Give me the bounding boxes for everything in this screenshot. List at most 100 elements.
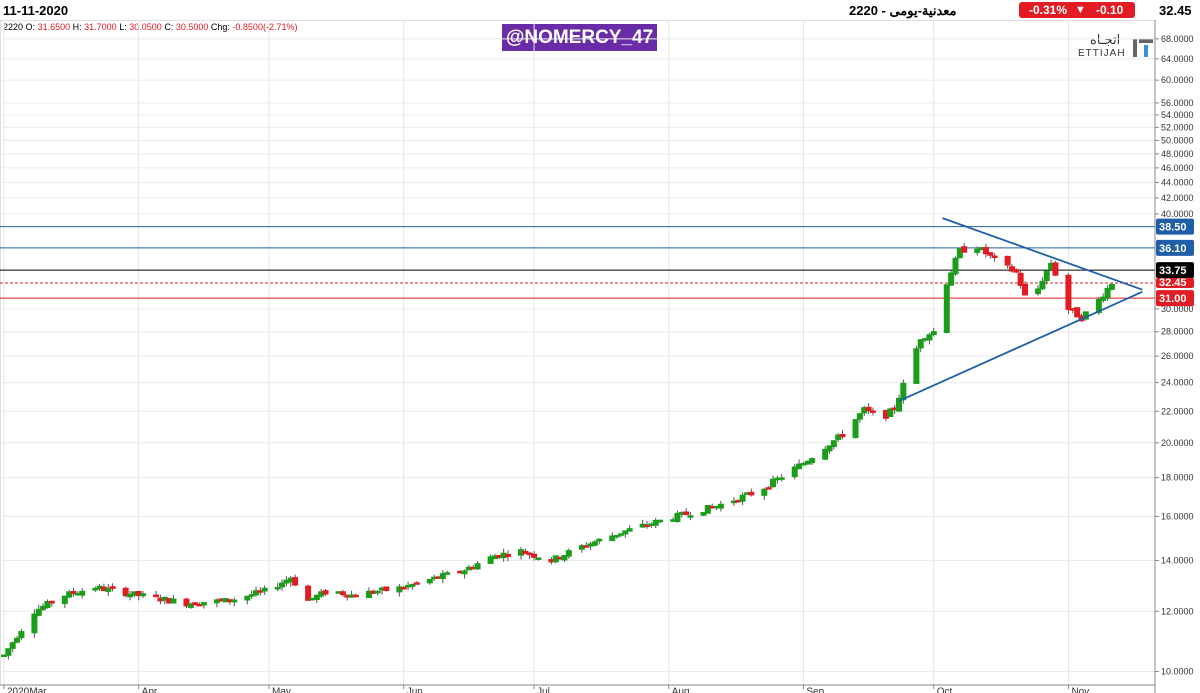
- candle-body: [140, 593, 147, 597]
- x-tick-label: Oct: [937, 687, 953, 693]
- y-tick-label: 10.0000: [1161, 667, 1194, 677]
- y-tick-label: 60.0000: [1161, 75, 1194, 85]
- change-badge: -0.31% ▼ -0.10: [1019, 2, 1135, 18]
- candle-body: [948, 272, 955, 286]
- x-tick-label: Aug: [672, 687, 690, 693]
- y-tick-label: 52.0000: [1161, 122, 1194, 132]
- candle: [352, 593, 359, 598]
- last-price: 32.45: [1159, 3, 1192, 18]
- candle-body: [926, 334, 933, 341]
- candle-body: [9, 642, 16, 649]
- candle: [444, 570, 451, 575]
- candle: [79, 588, 86, 599]
- plot-frame: [0, 20, 1156, 686]
- price-chart[interactable]: 10.0000 12.0000 14.0000 16.0000 18.0000 20.00…: [0, 20, 1200, 693]
- candle: [552, 555, 559, 564]
- y-tick-label: 12.0000: [1161, 606, 1194, 616]
- y-tick-label: 42.0000: [1161, 193, 1194, 203]
- y-tick-label: 22.0000: [1161, 406, 1194, 416]
- level-label: 31.00: [1156, 290, 1194, 307]
- candle: [170, 595, 177, 604]
- candle-body: [917, 339, 924, 349]
- candle: [652, 517, 659, 529]
- down-arrow-icon: ▼: [1075, 4, 1086, 16]
- candle-body: [1052, 262, 1059, 276]
- candle-body: [765, 487, 772, 490]
- candle-body: [626, 528, 633, 532]
- candle: [717, 500, 724, 512]
- x-tick-label: Sep: [806, 687, 824, 693]
- candle: [374, 590, 381, 596]
- candle-body: [687, 515, 694, 518]
- trendline: [898, 290, 1143, 402]
- candle-body: [657, 519, 664, 523]
- y-tick-label: 26.0000: [1161, 351, 1194, 361]
- chart-grid: [0, 20, 1156, 686]
- candle-body: [1035, 288, 1042, 295]
- y-tick-label: 18.0000: [1161, 473, 1194, 483]
- candle-body: [1065, 274, 1072, 310]
- candle-body: [596, 538, 603, 542]
- candle: [231, 597, 238, 607]
- y-tick-label: 54.0000: [1161, 110, 1194, 120]
- change-percent: -0.31%: [1029, 3, 1068, 17]
- candle: [778, 473, 785, 482]
- candle-body: [413, 582, 420, 585]
- candle-body: [852, 419, 859, 439]
- y-tick-label: 14.0000: [1161, 555, 1194, 565]
- candle: [943, 284, 950, 334]
- candle-body: [1108, 284, 1115, 290]
- y-tick-label: 68.0000: [1161, 34, 1194, 44]
- x-tick-label: 2020Mar: [7, 687, 47, 693]
- candle-body: [717, 503, 724, 509]
- candle: [44, 599, 51, 609]
- candle-body: [374, 590, 381, 594]
- candle-body: [383, 586, 390, 592]
- x-tick-label: Jul: [537, 687, 550, 693]
- candle-body: [739, 494, 746, 502]
- candle-body: [1013, 269, 1020, 273]
- candle-body: [778, 477, 785, 480]
- level-label: 33.75: [1156, 262, 1194, 279]
- candle-body: [504, 553, 511, 557]
- candle-body: [683, 511, 690, 516]
- candle-body: [231, 599, 238, 603]
- candle: [396, 584, 403, 597]
- y-tick-label: 50.0000: [1161, 135, 1194, 145]
- y-tick-label: 28.0000: [1161, 327, 1194, 337]
- candle: [961, 242, 968, 253]
- candle: [683, 508, 690, 516]
- candle-body: [461, 570, 468, 575]
- level-label: 38.50: [1156, 218, 1194, 235]
- candle-body: [170, 598, 177, 604]
- candle-body: [952, 257, 959, 275]
- candle: [474, 561, 481, 570]
- date-label: 11-11-2020: [3, 3, 69, 18]
- candle: [1108, 282, 1115, 291]
- candle-body: [865, 406, 872, 412]
- candle-body: [591, 541, 598, 546]
- level-label: 32.45: [1156, 277, 1194, 289]
- candle-body: [35, 608, 42, 616]
- candlestick-series: [1, 242, 1115, 660]
- candle: [1065, 273, 1072, 314]
- y-tick-label: 16.0000: [1161, 511, 1194, 521]
- candle: [426, 578, 433, 585]
- candle: [105, 584, 112, 597]
- change-value: -0.10: [1096, 3, 1124, 17]
- candle-body: [761, 488, 768, 496]
- horizontal-levels: [0, 226, 1155, 299]
- candle-body: [1039, 280, 1046, 290]
- candle-body: [531, 553, 538, 558]
- candle-body: [279, 582, 286, 588]
- candle-body: [274, 586, 281, 590]
- candle: [930, 328, 937, 337]
- candle: [244, 595, 251, 605]
- candle: [1052, 260, 1059, 277]
- x-tick-label: Nov: [1071, 687, 1089, 693]
- level-label-text: 36.10: [1159, 243, 1187, 255]
- candle-body: [961, 246, 968, 253]
- candle-body: [474, 563, 481, 570]
- candle: [261, 585, 268, 595]
- y-tick-label: 24.0000: [1161, 378, 1194, 388]
